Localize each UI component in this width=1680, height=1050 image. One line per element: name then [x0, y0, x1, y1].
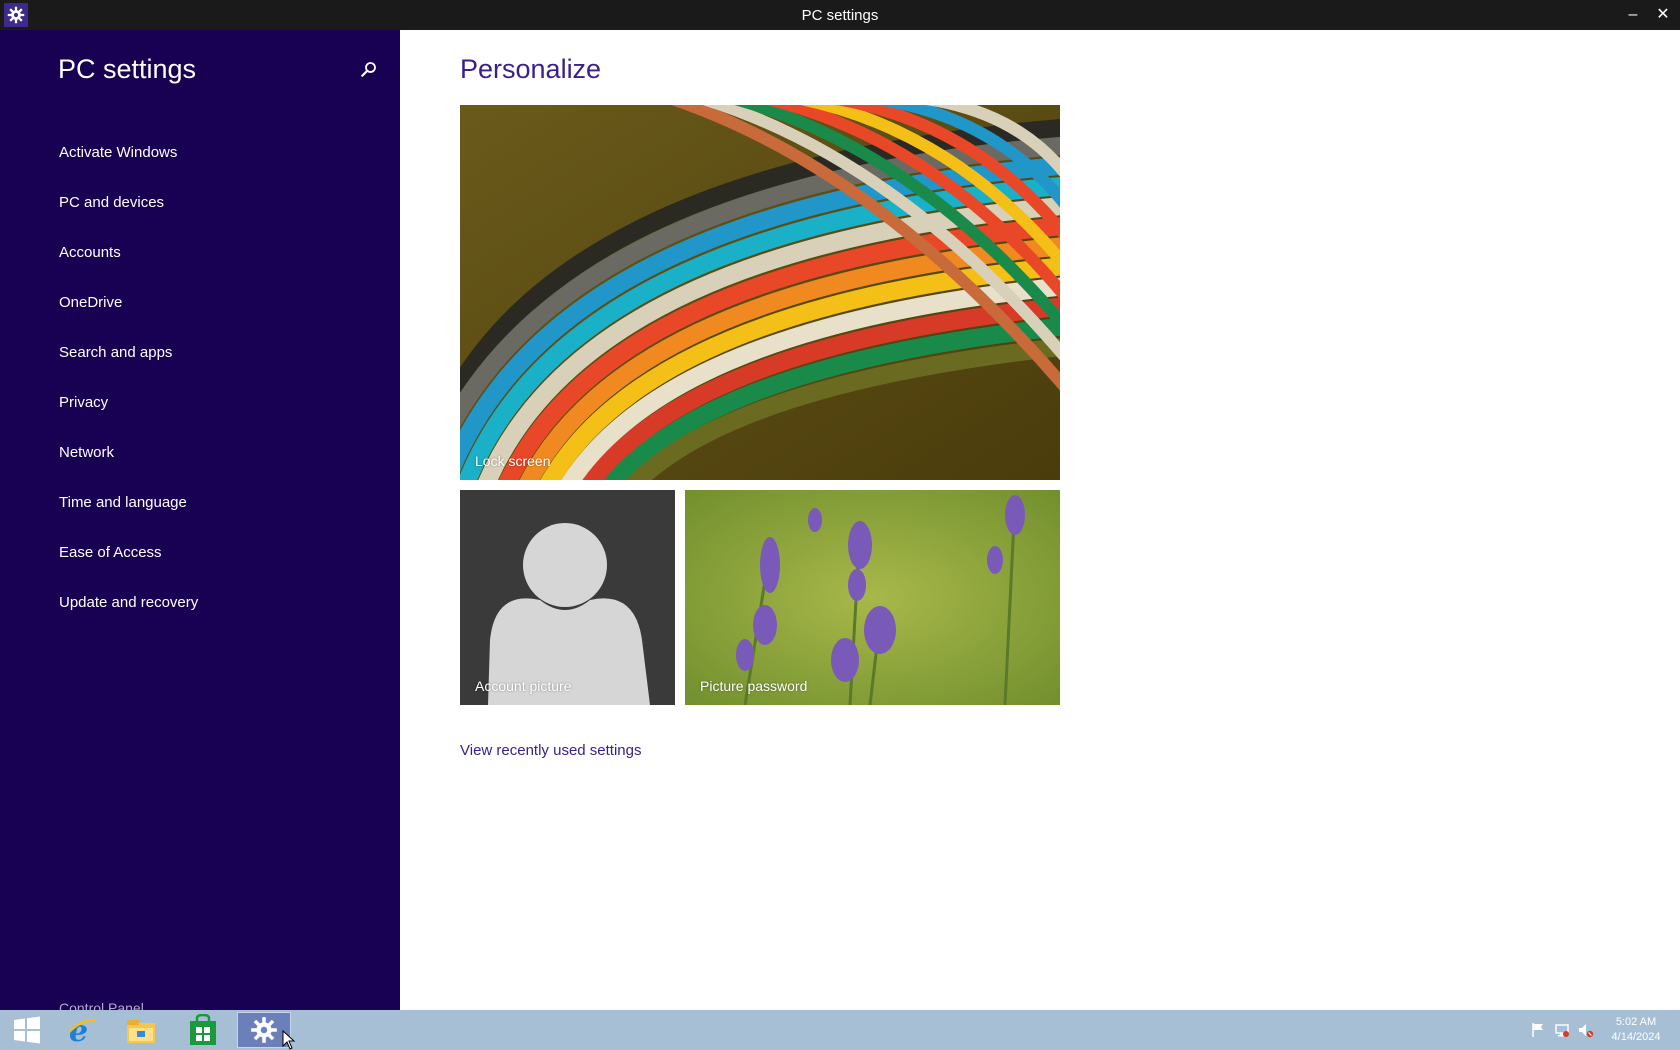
picture-password-label: Picture password: [700, 678, 808, 694]
lock-screen-tile[interactable]: Lock screen: [460, 105, 1060, 480]
sidebar-item-accounts[interactable]: Accounts: [59, 228, 198, 278]
clock-time: 5:02 AM: [1615, 1016, 1657, 1028]
settings-nav: Activate Windows PC and devices Accounts…: [59, 128, 198, 628]
account-picture-tile[interactable]: Account picture: [460, 490, 675, 705]
internet-explorer-icon[interactable]: e: [54, 1012, 108, 1048]
sidebar-heading: PC settings: [58, 54, 197, 84]
view-recent-settings-link[interactable]: View recently used settings: [460, 742, 642, 759]
sidebar-item-activate-windows[interactable]: Activate Windows: [59, 128, 198, 178]
title-bar: PC settings – ✕: [0, 0, 1680, 30]
sidebar-item-search-and-apps[interactable]: Search and apps: [59, 328, 198, 378]
page-title: Personalize: [460, 54, 602, 84]
network-icon[interactable]: [1554, 1022, 1570, 1038]
lock-screen-background-image: [460, 105, 1060, 480]
picture-password-tile[interactable]: Picture password: [685, 490, 1060, 705]
main-content: Personalize Lock screen Account picture …: [400, 30, 1680, 1010]
window-title: PC settings: [801, 7, 879, 24]
action-center-flag-icon[interactable]: [1530, 1022, 1546, 1038]
file-explorer-icon[interactable]: [114, 1012, 168, 1048]
sidebar: PC settings Activate Windows PC and devi…: [0, 30, 400, 1016]
mouse-cursor-icon: [282, 1029, 296, 1050]
sidebar-item-pc-and-devices[interactable]: PC and devices: [59, 178, 198, 228]
clock[interactable]: 5:02 AM 4/14/2024: [1600, 1015, 1672, 1045]
user-avatar-icon: [460, 490, 675, 705]
lock-screen-label: Lock screen: [475, 453, 551, 469]
account-picture-label: Account picture: [475, 678, 572, 694]
sidebar-item-ease-of-access[interactable]: Ease of Access: [59, 528, 198, 578]
sidebar-item-onedrive[interactable]: OneDrive: [59, 278, 198, 328]
sidebar-item-time-and-language[interactable]: Time and language: [59, 478, 198, 528]
start-icon[interactable]: [0, 1012, 54, 1048]
store-icon[interactable]: [176, 1012, 230, 1048]
sidebar-item-network[interactable]: Network: [59, 428, 198, 478]
minimize-icon[interactable]: –: [1620, 2, 1646, 28]
close-icon[interactable]: ✕: [1650, 2, 1676, 28]
clock-date: 4/14/2024: [1611, 1031, 1661, 1043]
taskbar: e 5:02 AM 4/14/2024: [0, 1010, 1680, 1050]
search-icon[interactable]: [360, 60, 382, 82]
lavender-background-image: [685, 490, 1060, 705]
sidebar-item-privacy[interactable]: Privacy: [59, 378, 198, 428]
volume-muted-icon[interactable]: [1578, 1022, 1594, 1038]
sidebar-item-update-and-recovery[interactable]: Update and recovery: [59, 578, 198, 628]
